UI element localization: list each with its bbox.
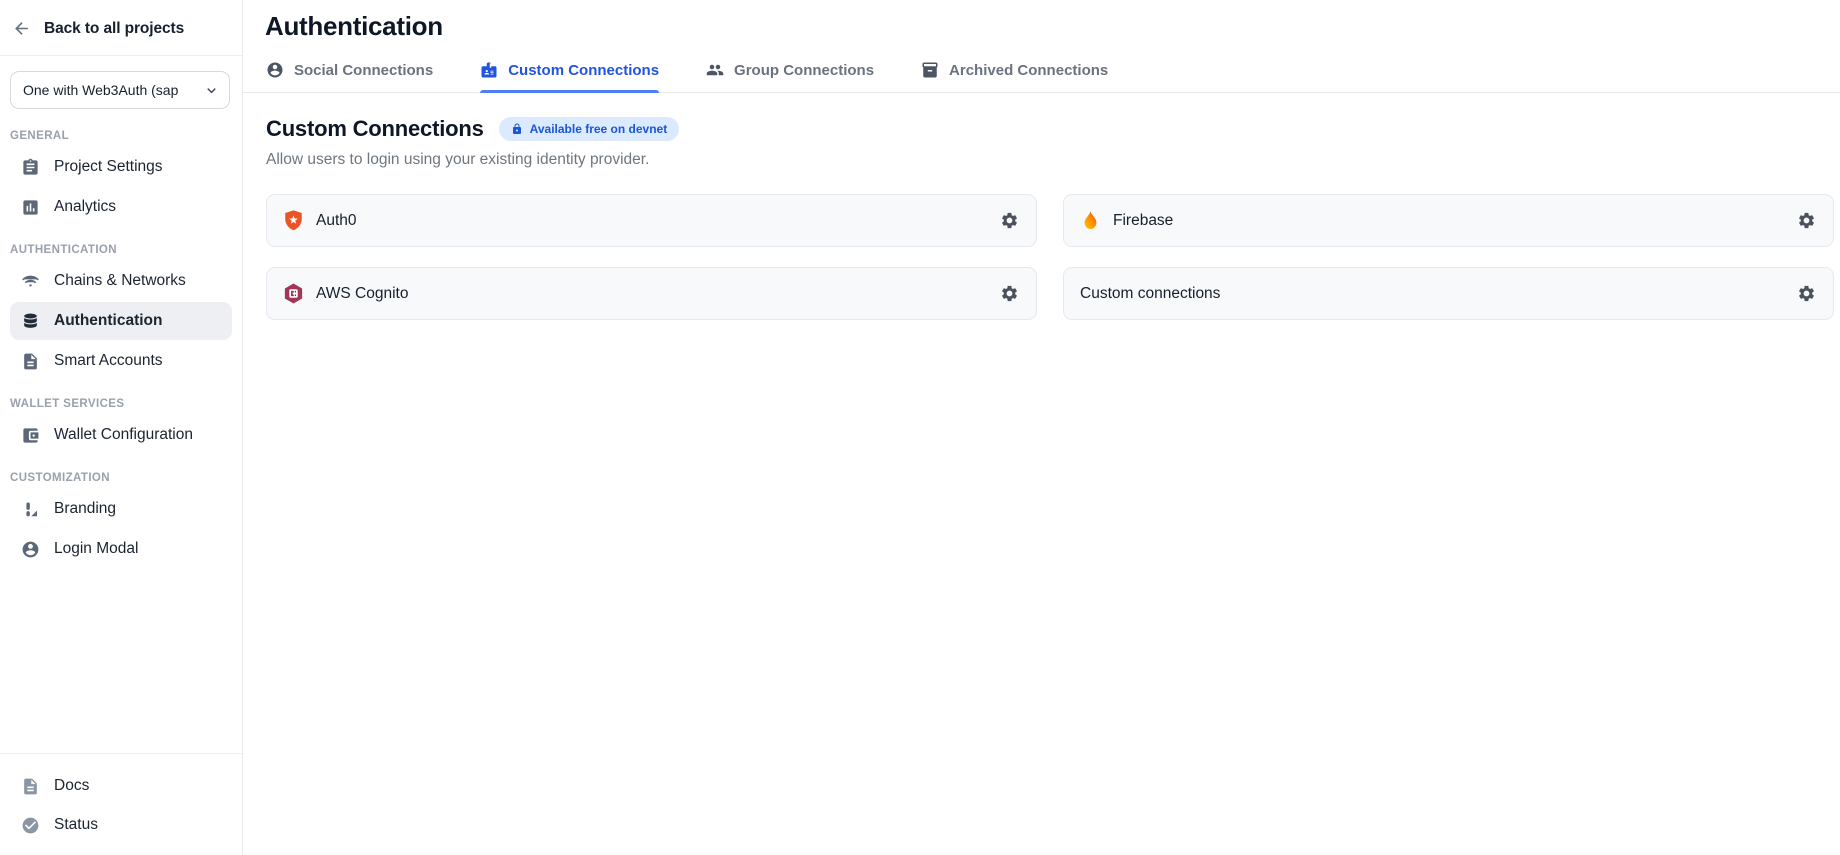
back-label: Back to all projects <box>44 20 184 38</box>
gear-icon <box>1000 284 1019 303</box>
section-title: Custom Connections <box>266 116 484 142</box>
tab-label: Group Connections <box>734 62 874 79</box>
main-content: Authentication Social Connections Custom… <box>243 0 1840 855</box>
document-icon <box>21 352 40 371</box>
person-circle-icon <box>266 61 284 79</box>
chart-doc-icon <box>21 198 40 217</box>
chevron-down-icon <box>203 82 220 99</box>
project-dropdown-value: One with Web3Auth (sap <box>23 82 203 98</box>
aws-cognito-icon <box>282 282 305 305</box>
archive-icon <box>921 61 939 79</box>
sidebar-section-customization: CUSTOMIZATION <box>0 455 242 489</box>
database-icon <box>21 312 40 331</box>
tab-group-connections[interactable]: Group Connections <box>706 61 874 92</box>
connection-cards-grid: Auth0 <box>266 194 1834 320</box>
firebase-settings-button[interactable] <box>1795 209 1818 232</box>
sidebar-item-chains-networks[interactable]: Chains & Networks <box>10 262 232 300</box>
sidebar-section-authentication: AUTHENTICATION <box>0 227 242 261</box>
lock-icon <box>511 123 523 135</box>
sidebar-item-label: Docs <box>54 777 89 795</box>
devnet-badge: Available free on devnet <box>499 117 680 141</box>
card-custom-connections[interactable]: Custom connections <box>1063 267 1834 320</box>
badge-icon <box>480 61 498 79</box>
auth0-icon <box>282 209 305 232</box>
card-aws-cognito[interactable]: AWS Cognito <box>266 267 1037 320</box>
firebase-icon <box>1079 209 1102 232</box>
group-icon <box>706 61 724 79</box>
sidebar: Back to all projects One with Web3Auth (… <box>0 0 243 855</box>
gear-icon <box>1797 211 1816 230</box>
sidebar-section-wallet-services: WALLET SERVICES <box>0 381 242 415</box>
custom-connections-settings-button[interactable] <box>1795 282 1818 305</box>
sidebar-item-smart-accounts[interactable]: Smart Accounts <box>10 342 232 380</box>
sidebar-item-label: Analytics <box>54 198 116 216</box>
sidebar-item-analytics[interactable]: Analytics <box>10 188 232 226</box>
sidebar-item-project-settings[interactable]: Project Settings <box>10 148 232 186</box>
card-label: Custom connections <box>1080 285 1220 303</box>
sidebar-item-label: Branding <box>54 500 116 518</box>
check-circle-icon <box>21 816 40 835</box>
sidebar-item-label: Wallet Configuration <box>54 426 193 444</box>
arrow-left-icon <box>12 19 31 38</box>
card-firebase[interactable]: Firebase <box>1063 194 1834 247</box>
sidebar-item-authentication[interactable]: Authentication <box>10 302 232 340</box>
card-label: Auth0 <box>316 212 357 230</box>
sidebar-footer: Docs Status <box>0 753 242 855</box>
back-to-projects-link[interactable]: Back to all projects <box>0 0 242 56</box>
custom-connections-section: Custom Connections Available free on dev… <box>243 93 1840 320</box>
sidebar-item-label: Authentication <box>54 312 163 330</box>
auth0-settings-button[interactable] <box>998 209 1021 232</box>
wallet-icon <box>21 426 40 445</box>
tab-label: Archived Connections <box>949 62 1108 79</box>
gear-icon <box>1797 284 1816 303</box>
section-subtitle: Allow users to login using your existing… <box>266 151 1834 169</box>
tab-label: Social Connections <box>294 62 433 79</box>
tab-label: Custom Connections <box>508 62 659 79</box>
sidebar-item-login-modal[interactable]: Login Modal <box>10 530 232 568</box>
tab-social-connections[interactable]: Social Connections <box>266 61 433 92</box>
wifi-icon <box>21 272 40 291</box>
brand-icon <box>21 500 40 519</box>
sidebar-section-general: GENERAL <box>0 113 242 147</box>
sidebar-item-wallet-configuration[interactable]: Wallet Configuration <box>10 416 232 454</box>
sidebar-item-label: Smart Accounts <box>54 352 163 370</box>
gear-icon <box>1000 211 1019 230</box>
tab-bar: Social Connections Custom Connections Gr… <box>243 61 1840 93</box>
card-auth0[interactable]: Auth0 <box>266 194 1037 247</box>
tab-archived-connections[interactable]: Archived Connections <box>921 61 1108 92</box>
aws-cognito-settings-button[interactable] <box>998 282 1021 305</box>
person-circle-icon <box>21 540 40 559</box>
project-dropdown[interactable]: One with Web3Auth (sap <box>10 71 230 109</box>
sidebar-item-branding[interactable]: Branding <box>10 490 232 528</box>
devnet-badge-label: Available free on devnet <box>530 122 668 136</box>
clipboard-icon <box>21 158 40 177</box>
card-label: Firebase <box>1113 212 1173 230</box>
document-icon <box>21 777 40 796</box>
tab-custom-connections[interactable]: Custom Connections <box>480 61 659 92</box>
sidebar-item-label: Chains & Networks <box>54 272 186 290</box>
sidebar-item-label: Status <box>54 816 98 834</box>
sidebar-item-status[interactable]: Status <box>10 806 232 844</box>
page-title: Authentication <box>243 0 1840 42</box>
sidebar-item-label: Login Modal <box>54 540 138 558</box>
sidebar-item-label: Project Settings <box>54 158 163 176</box>
card-label: AWS Cognito <box>316 285 408 303</box>
sidebar-item-docs[interactable]: Docs <box>10 767 232 805</box>
